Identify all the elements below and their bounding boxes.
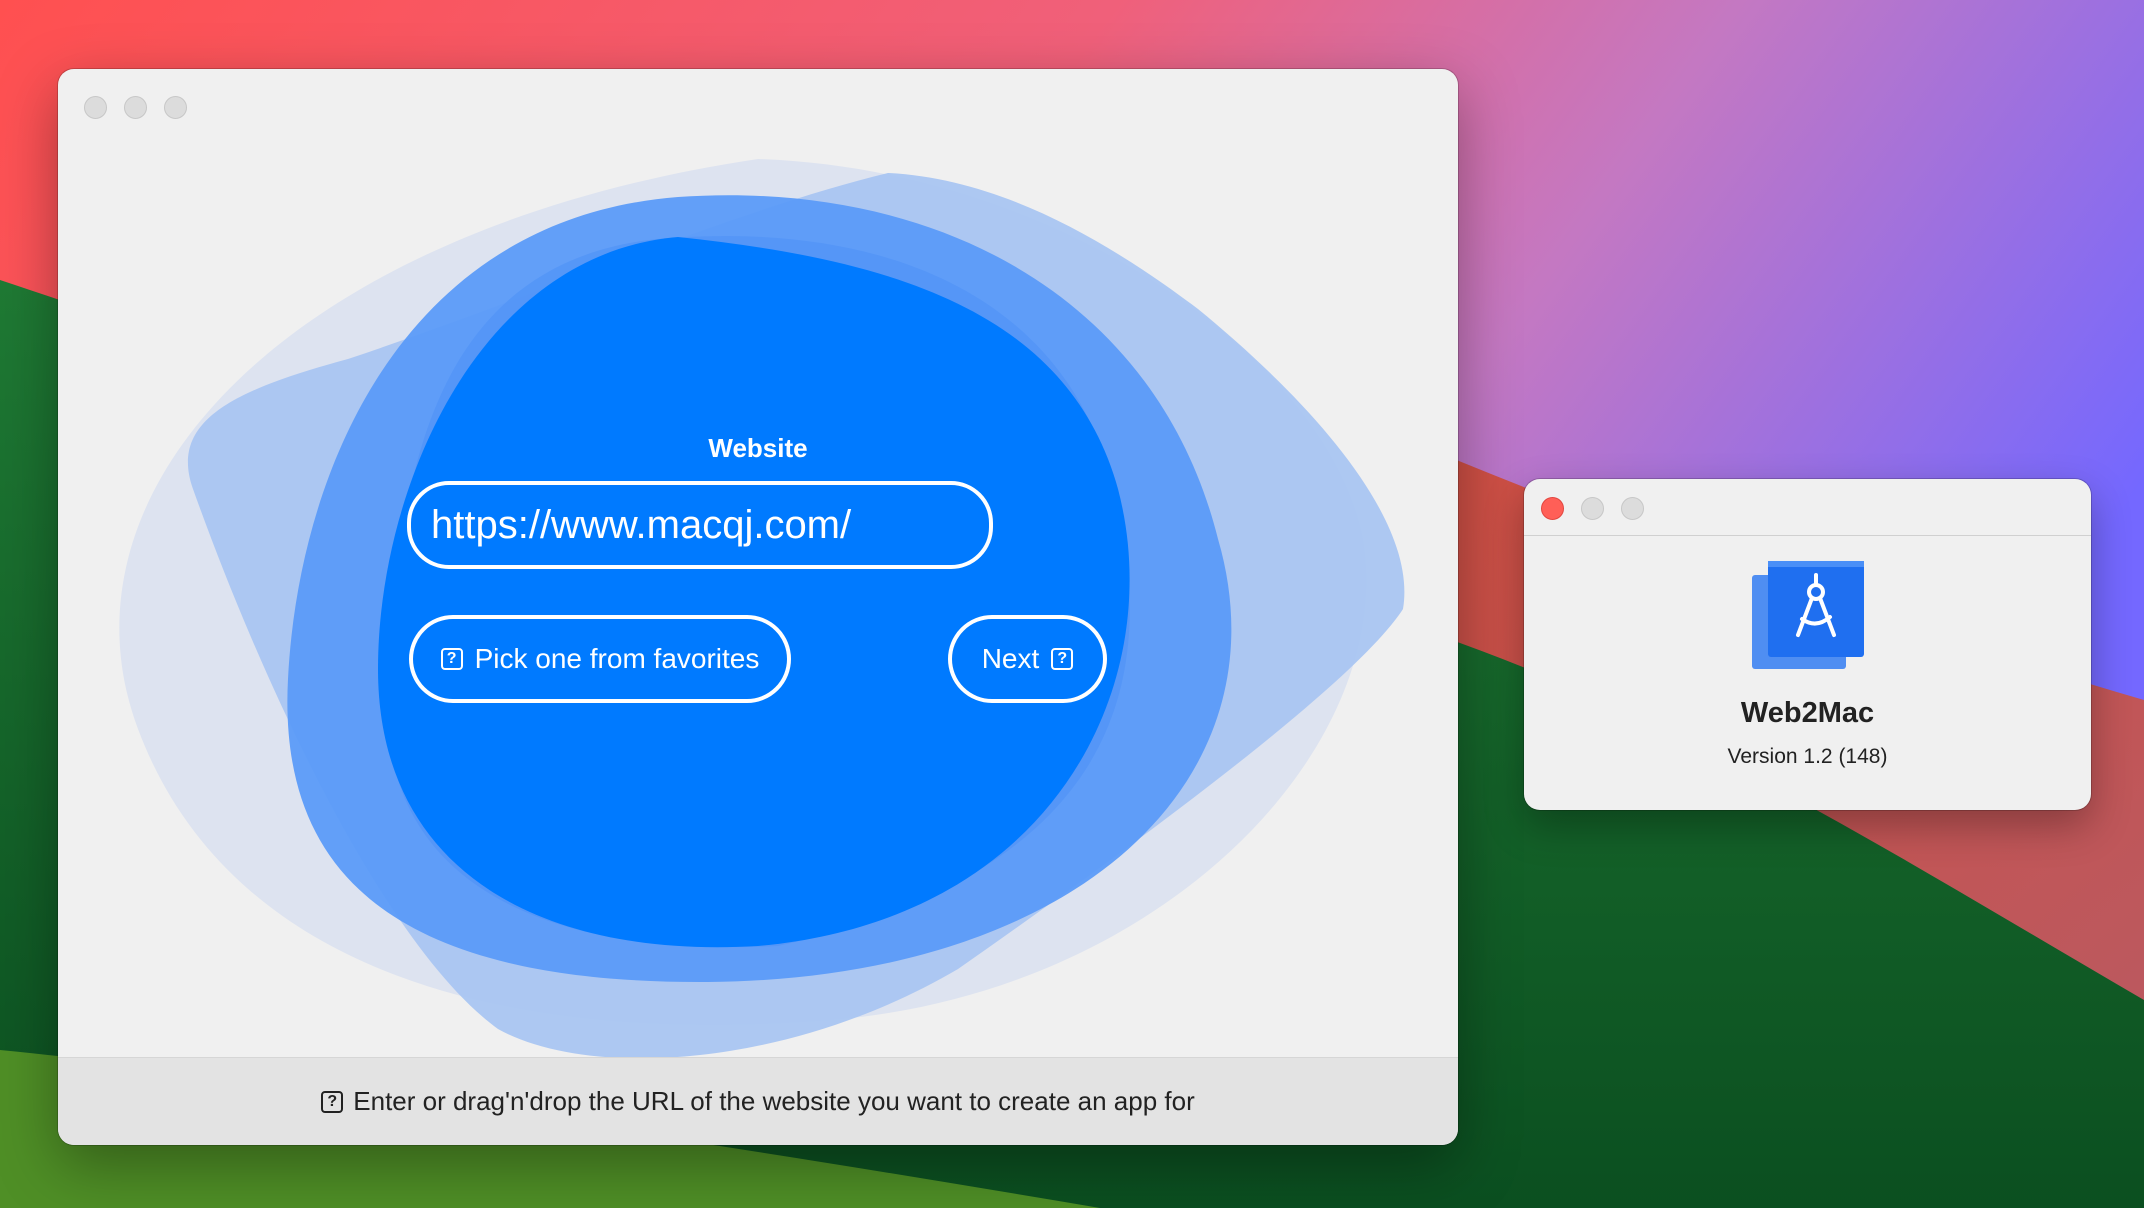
website-field-title: Website bbox=[708, 433, 808, 463]
zoom-button[interactable] bbox=[1621, 497, 1644, 520]
footer-hint-text: Enter or drag'n'drop the URL of the webs… bbox=[353, 1086, 1195, 1116]
pick-button-label: Pick one from favorites bbox=[474, 643, 760, 674]
app-name: Web2Mac bbox=[1740, 697, 1875, 729]
question-mark-icon: ? bbox=[321, 1090, 344, 1113]
about-window-controls bbox=[1541, 497, 1644, 520]
decorative-blobs bbox=[119, 159, 1405, 1059]
pick-from-favorites-button[interactable]: ? Pick one from favorites bbox=[409, 615, 791, 703]
close-button[interactable] bbox=[1541, 497, 1564, 520]
minimize-button[interactable] bbox=[1581, 497, 1604, 520]
footer-hint-bar: ? Enter or drag'n'drop the URL of the we… bbox=[58, 1057, 1458, 1145]
app-version: Version 1.2 (148) bbox=[1727, 745, 1888, 768]
app-icon bbox=[1752, 561, 1864, 669]
about-window: Web2Mac Version 1.2 (148) bbox=[1524, 479, 2091, 810]
url-input[interactable] bbox=[407, 481, 993, 569]
wizard-window: Website ? Pick one from favorites Next ?… bbox=[58, 69, 1458, 1145]
next-button[interactable]: Next ? bbox=[948, 615, 1107, 703]
next-button-label: Next bbox=[981, 643, 1040, 674]
question-mark-icon: ? bbox=[440, 648, 463, 670]
question-mark-icon: ? bbox=[1051, 648, 1074, 670]
